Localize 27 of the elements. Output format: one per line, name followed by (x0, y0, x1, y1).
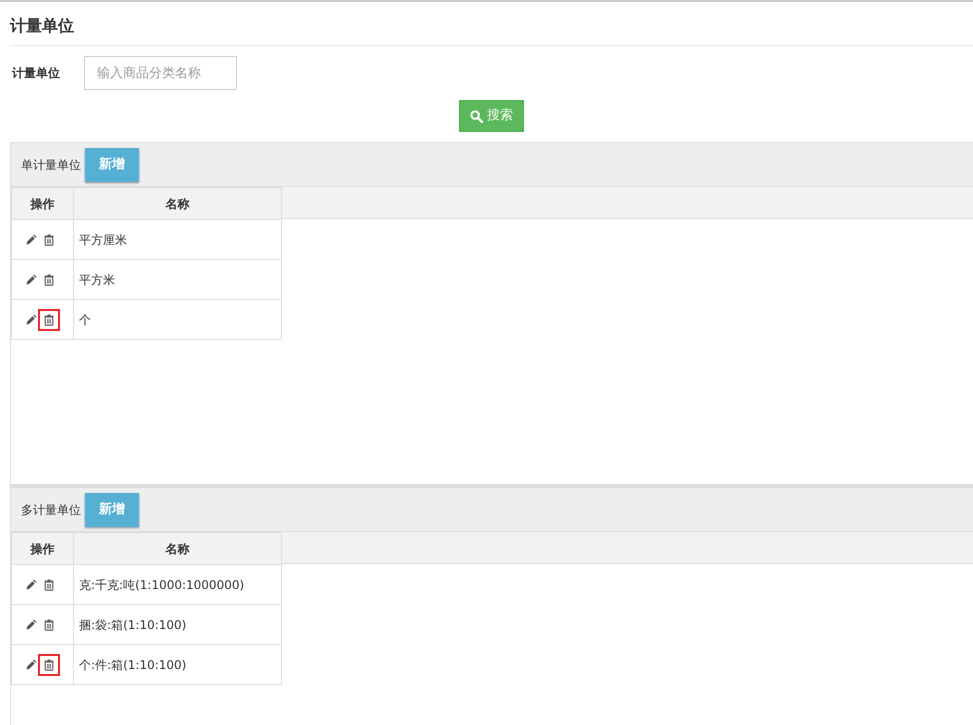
edit-icon[interactable] (25, 274, 37, 286)
delete-icon[interactable] (38, 308, 60, 331)
add-button[interactable]: 新增 (85, 148, 139, 182)
column-header: 操作 (12, 532, 74, 565)
table-cell: 捆:袋:箱(1:10:100) (74, 604, 282, 645)
panel-title: 单计量单位 (21, 156, 81, 174)
edit-icon[interactable] (25, 658, 37, 671)
search-button[interactable]: 搜索 (459, 100, 524, 132)
table-cell: 个 (74, 300, 282, 340)
page-title: 计量单位 (8, 15, 75, 37)
column-header: 名称 (74, 532, 282, 565)
edit-icon[interactable] (25, 314, 37, 326)
edit-icon[interactable] (25, 618, 37, 631)
panel-title: 多计量单位 (21, 502, 81, 519)
delete-icon[interactable] (38, 654, 60, 676)
search-field[interactable]: 输入商品分类名称 (84, 56, 237, 90)
table-cell: 平方米 (74, 260, 282, 300)
table-cell: 克:千克:吨(1:1000:1000000) (74, 564, 282, 605)
column-header: 名称 (74, 188, 282, 220)
table-cell: 个:件:箱(1:10:100) (74, 644, 282, 685)
search-icon (470, 110, 483, 123)
edit-icon[interactable] (25, 234, 37, 246)
filter-label: 计量单位 (12, 65, 60, 82)
column-header: 操作 (12, 188, 74, 220)
table-cell: 平方厘米 (74, 220, 282, 260)
add-button[interactable]: 新增 (85, 492, 139, 527)
edit-icon[interactable] (25, 578, 37, 591)
